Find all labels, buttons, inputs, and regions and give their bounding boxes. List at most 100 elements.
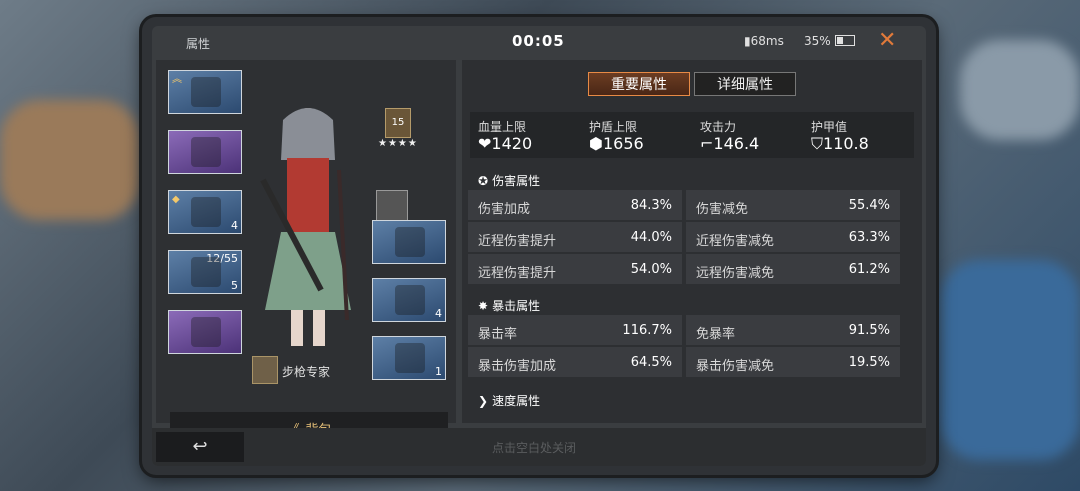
stat-value: ⬢1656	[589, 134, 644, 153]
stat-label: 近程伤害减免	[696, 234, 775, 249]
stat-label: 攻击力	[700, 120, 737, 134]
section-title-damage: ✪ 伤害属性	[478, 172, 540, 189]
stat-label: 护盾上限	[589, 120, 638, 134]
stat-value: 54.0%	[630, 262, 672, 277]
level-badge: 15	[385, 108, 411, 138]
stat-number: 1420	[491, 134, 533, 153]
stat-label: 暴击伤害加成	[478, 359, 557, 374]
item-level: 4	[435, 307, 442, 320]
clock: 00:05	[512, 32, 565, 50]
stat-label: 护甲值	[811, 120, 848, 134]
stat-label: 伤害减免	[696, 202, 749, 217]
stat-value: 63.3%	[848, 230, 890, 245]
panel-title: 属性	[186, 37, 211, 51]
ping-value: 68ms	[750, 34, 784, 48]
rifle-icon	[191, 257, 221, 287]
shield-icon: ⬢	[589, 134, 603, 153]
stat-value: 55.4%	[848, 198, 890, 213]
tab-important-attributes[interactable]: 重要属性	[588, 72, 690, 96]
character-portrait	[260, 108, 351, 346]
damage-icon: ✪	[478, 174, 489, 188]
stat-label: 血量上限	[478, 120, 527, 134]
item-image	[191, 317, 221, 347]
stat-attack: 攻击力 ⌐146.4	[692, 112, 803, 158]
back-button[interactable]: ↩	[156, 432, 244, 462]
tab-detailed-attributes[interactable]: 详细属性	[694, 72, 796, 96]
spec-label: 步枪专家	[282, 365, 331, 379]
item-image	[191, 197, 221, 227]
stat-number: 1656	[602, 134, 644, 153]
stat-row: 近程伤害减免 63.3%	[686, 222, 900, 252]
signal-icon: ▮	[744, 34, 751, 48]
stat-row: 近程伤害提升 44.0%	[468, 222, 682, 252]
stat-shield: 护盾上限 ⬢1656	[581, 112, 692, 158]
attributes-panel: 重要属性 详细属性 血量上限 ❤1420 护盾上限 ⬢1656 攻击力 ⌐146.4 …	[462, 60, 922, 423]
speed-icon: ❯	[478, 394, 489, 408]
stat-number: 110.8	[823, 134, 869, 153]
bottom-bar[interactable]: ↩ 点击空白处关闭	[152, 428, 926, 466]
battery-icon	[834, 35, 855, 46]
stat-value: ⛉110.8	[811, 134, 869, 154]
ring-slot[interactable]	[376, 190, 408, 222]
stat-value: ⌐146.4	[700, 134, 759, 153]
helmet-icon	[395, 343, 425, 373]
heart-icon: ❤	[478, 134, 492, 153]
stat-label: 近程伤害提升	[478, 234, 557, 249]
section-label: 速度属性	[492, 394, 541, 408]
top-bar: 属性 00:05 ▮68ms 35% ✕	[152, 26, 926, 56]
stat-value: ❤1420	[478, 134, 532, 153]
close-hint: 点击空白处关闭	[492, 441, 577, 455]
stat-value: 84.3%	[630, 198, 672, 213]
helmet-head-slot[interactable]: ︽	[168, 70, 242, 114]
stat-label: 伤害加成	[478, 202, 531, 217]
stat-label: 免暴率	[696, 327, 736, 342]
weapon-secondary-slot[interactable]: ◆ 4	[168, 190, 242, 234]
section-title-speed: ❯ 速度属性	[478, 392, 540, 409]
item-image	[395, 285, 425, 315]
helmet-slot[interactable]: 1	[372, 336, 446, 380]
equipment-panel: ︽ ◆4 12/555 15 ★★★★ 4 1 步枪专家 《背包	[156, 60, 456, 444]
armor-slot[interactable]: 4	[372, 278, 446, 322]
stat-value: 19.5%	[848, 355, 890, 370]
stat-row: 远程伤害提升 54.0%	[468, 254, 682, 284]
stat-value: 64.5%	[630, 355, 672, 370]
stat-hp: 血量上限 ❤1420	[470, 112, 581, 158]
stat-row: 免暴率 91.5%	[686, 315, 900, 345]
section-title-crit: ✸ 暴击属性	[478, 297, 540, 314]
pet-slot[interactable]	[168, 130, 242, 174]
stat-value: 44.0%	[630, 230, 672, 245]
item-level: 5	[231, 279, 238, 292]
stat-value: 91.5%	[848, 323, 890, 338]
battery-value: 35%	[804, 34, 831, 48]
stat-row: 伤害减免 55.4%	[686, 190, 900, 220]
stat-armor: 护甲值 ⛉110.8	[803, 112, 914, 158]
battery-indicator: 35%	[804, 34, 855, 48]
penguin-icon	[191, 137, 221, 167]
close-icon[interactable]: ✕	[878, 28, 896, 53]
rank-chevron-icon: ︽	[172, 74, 182, 85]
section-label: 伤害属性	[492, 174, 541, 188]
stat-value: 116.7%	[622, 323, 672, 338]
item-image	[395, 227, 425, 257]
stat-row: 伤害加成 84.3%	[468, 190, 682, 220]
stat-value: 61.2%	[848, 262, 890, 277]
back-arrow-icon: ↩	[192, 436, 208, 457]
stat-row: 暴击伤害加成 64.5%	[468, 347, 682, 377]
weapon-primary-slot[interactable]: 12/55 5	[168, 250, 242, 294]
stat-label: 暴击伤害减免	[696, 359, 775, 374]
consumable-slot[interactable]	[168, 310, 242, 354]
armor-icon: ⛉	[811, 134, 824, 153]
bracer-slot[interactable]	[372, 220, 446, 264]
summary-stats: 血量上限 ❤1420 护盾上限 ⬢1656 攻击力 ⌐146.4 护甲值 ⛉110.8	[470, 112, 914, 158]
stat-row: 远程伤害减免 61.2%	[686, 254, 900, 284]
ping-indicator: ▮68ms	[744, 34, 784, 48]
stat-label: 暴击率	[478, 327, 518, 342]
stat-label: 远程伤害提升	[478, 266, 557, 281]
item-level: 1	[435, 365, 442, 378]
section-label: 暴击属性	[492, 299, 541, 313]
stat-label: 远程伤害减免	[696, 266, 775, 281]
item-level: 4	[231, 219, 238, 232]
stat-row: 暴击率 116.7%	[468, 315, 682, 345]
crit-icon: ✸	[478, 299, 489, 313]
stat-row: 暴击伤害减免 19.5%	[686, 347, 900, 377]
